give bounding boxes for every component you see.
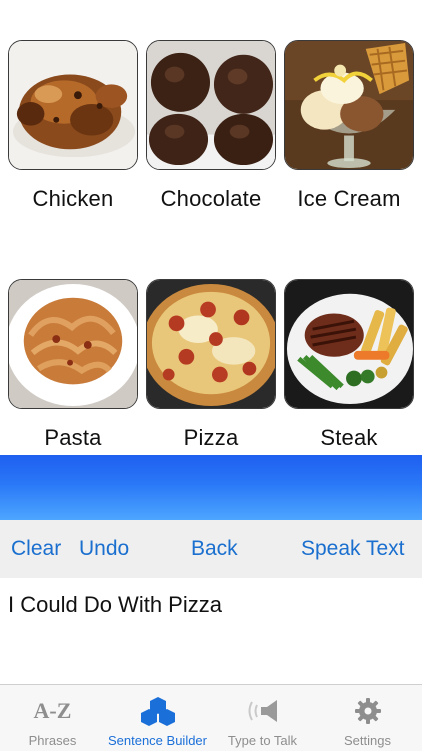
tile-steak[interactable]: Steak [284,279,414,451]
back-button[interactable]: Back [191,537,238,561]
cubes-icon [105,695,210,727]
ice-cream-image [284,40,414,170]
action-bar: Clear Undo Back Speak Text [0,520,422,578]
pasta-image [8,279,138,409]
pizza-image [146,279,276,409]
tab-sentence-builder[interactable]: Sentence Builder [105,685,210,751]
tile-label: Pizza [183,425,239,450]
steak-image [284,279,414,409]
speaker-icon [210,695,315,727]
tile-ice-cream[interactable]: Ice Cream [284,40,414,212]
tile-label: Ice Cream [297,186,401,211]
a-z-icon: A-Z [33,698,72,723]
tab-settings[interactable]: Settings [315,685,420,751]
chicken-image [8,40,138,170]
tab-phrases[interactable]: A-Z Phrases [0,685,105,751]
tab-type-to-talk[interactable]: Type to Talk [210,685,315,751]
blue-banner [0,455,422,520]
tile-pizza[interactable]: Pizza [146,279,276,451]
tile-label: Chocolate [160,186,262,211]
tile-chicken[interactable]: Chicken [8,40,138,212]
tile-pasta[interactable]: Pasta [8,279,138,451]
tile-chocolate[interactable]: Chocolate [146,40,276,212]
clear-button[interactable]: Clear [11,537,61,561]
undo-button[interactable]: Undo [79,537,129,561]
gear-icon [315,695,420,727]
tab-label: Settings [344,733,391,748]
sentence-area: I Could Do With Pizza [0,578,422,684]
speak-text-button[interactable]: Speak Text [301,537,405,561]
tile-label: Steak [320,425,378,450]
sentence-text: I Could Do With Pizza [8,592,222,617]
word-grid: Chicken Chocolate Ice Cream Pasta Pizza … [0,0,422,455]
chocolate-image [146,40,276,170]
tab-bar: A-Z Phrases Sentence Builder Type to Tal… [0,684,422,751]
